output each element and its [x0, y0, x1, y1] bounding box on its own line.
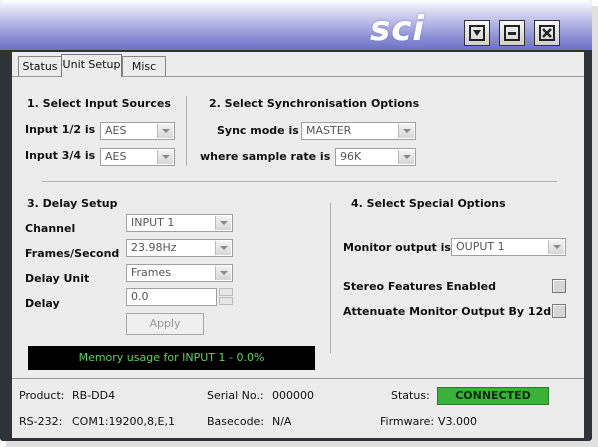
tab-unit-setup[interactable]: Unit Setup: [61, 54, 122, 77]
input-34-select[interactable]: AES: [100, 148, 175, 166]
product-value: RB-DD4: [72, 389, 116, 402]
product-label: Product:: [19, 389, 65, 402]
status-label: Status:: [391, 389, 430, 402]
section-divider: [330, 203, 331, 353]
rs232-value: COM1:19200,8,E,1: [72, 415, 175, 428]
sync-mode-label: Sync mode is: [217, 124, 299, 137]
chevron-down-icon[interactable]: [215, 266, 231, 280]
sync-mode-select[interactable]: MASTER: [301, 122, 416, 140]
tab-misc[interactable]: Misc: [122, 56, 166, 76]
basecode-label: Basecode:: [207, 415, 265, 428]
minimize-button[interactable]: [499, 20, 525, 46]
input-34-label: Input 3/4 is: [25, 149, 96, 162]
chevron-down-icon[interactable]: [157, 124, 173, 138]
serial-label: Serial No.:: [207, 389, 264, 402]
delay-unit-select[interactable]: Frames: [126, 264, 233, 282]
channel-label: Channel: [25, 222, 76, 235]
sync-options-title: 2. Select Synchronisation Options: [209, 97, 420, 110]
input-34-value: AES: [105, 150, 127, 163]
chevron-down-icon[interactable]: [215, 241, 231, 255]
monitor-output-value: OUPUT 1: [456, 240, 505, 253]
delay-unit-value: Frames: [131, 266, 172, 279]
close-icon: [539, 25, 555, 41]
memory-usage-display: Memory usage for INPUT 1 - 0.0%: [28, 346, 315, 370]
delay-unit-label: Delay Unit: [25, 272, 90, 285]
title-bar[interactable]: sci: [0, 0, 592, 50]
attenuate-monitor-checkbox[interactable]: [552, 304, 566, 318]
chevron-down-icon[interactable]: [157, 150, 173, 164]
sample-rate-value: 96K: [340, 150, 362, 163]
channel-select[interactable]: INPUT 1: [126, 214, 233, 232]
section-divider: [42, 181, 557, 182]
rs232-label: RS-232:: [19, 415, 63, 428]
chevron-down-icon[interactable]: [398, 150, 414, 164]
window-shadow: [592, 6, 598, 447]
status-badge: CONNECTED: [437, 387, 549, 405]
apply-button[interactable]: Apply: [126, 313, 204, 335]
brand-logo: sci: [370, 9, 426, 49]
delay-value: 0.0: [131, 290, 149, 303]
restore-icon: [469, 25, 485, 41]
sample-rate-select[interactable]: 96K: [335, 148, 416, 166]
frames-per-second-value: 23.98Hz: [131, 241, 177, 254]
chevron-down-icon[interactable]: [398, 124, 414, 138]
monitor-output-label: Monitor output is: [343, 241, 451, 254]
stereo-features-label: Stereo Features Enabled: [343, 280, 496, 293]
chevron-down-icon[interactable]: [548, 240, 564, 254]
tab-status[interactable]: Status: [18, 56, 62, 76]
chevron-down-icon[interactable]: [215, 216, 231, 230]
attenuate-monitor-label: Attenuate Monitor Output By 12dB: [343, 305, 560, 318]
input-12-value: AES: [105, 124, 127, 137]
spin-up-button[interactable]: [219, 288, 233, 296]
delay-setup-title: 3. Delay Setup: [27, 197, 118, 210]
delay-label: Delay: [25, 297, 60, 310]
minimize-icon: [504, 25, 520, 41]
window-shadow: [6, 441, 598, 447]
firmware-value: V3.000: [438, 415, 478, 428]
frames-per-second-select[interactable]: 23.98Hz: [126, 239, 233, 257]
sample-rate-label: where sample rate is: [200, 150, 331, 163]
delay-input[interactable]: 0.0: [126, 288, 233, 306]
monitor-output-select[interactable]: OUPUT 1: [451, 238, 566, 256]
close-button[interactable]: [534, 20, 560, 46]
input-12-label: Input 1/2 is: [25, 123, 96, 136]
firmware-label: Firmware:: [380, 415, 435, 428]
sync-mode-value: MASTER: [306, 124, 352, 137]
input-12-select[interactable]: AES: [100, 122, 175, 140]
frames-per-second-label: Frames/Second: [25, 247, 120, 260]
restore-button[interactable]: [464, 20, 490, 46]
section-divider: [186, 96, 187, 166]
stereo-features-checkbox[interactable]: [552, 279, 566, 293]
input-sources-title: 1. Select Input Sources: [27, 97, 171, 110]
channel-value: INPUT 1: [131, 216, 175, 229]
basecode-value: N/A: [272, 415, 292, 428]
special-options-title: 4. Select Special Options: [351, 197, 506, 210]
spin-down-button[interactable]: [219, 297, 233, 305]
serial-value: 000000: [272, 389, 314, 402]
